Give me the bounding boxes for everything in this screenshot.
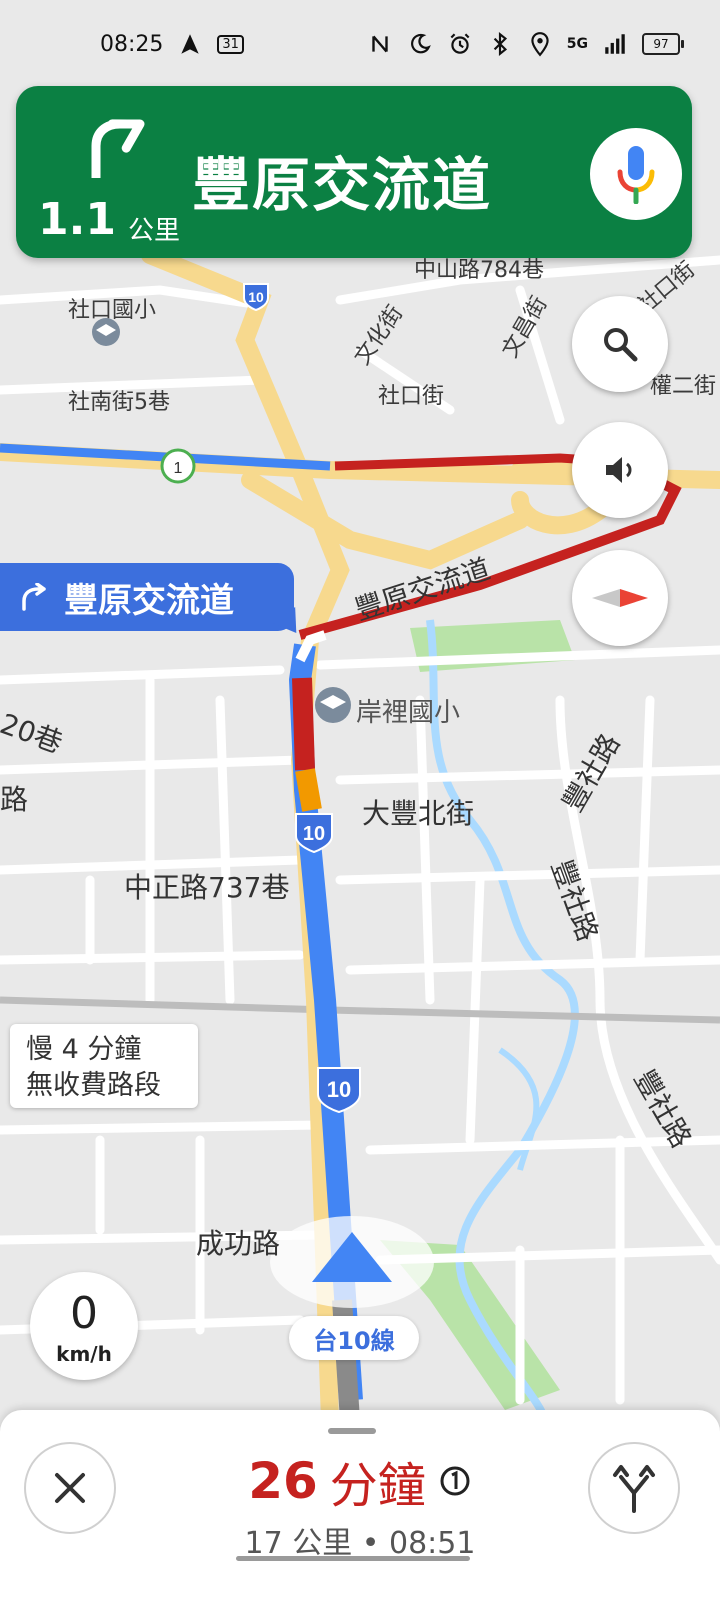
highway-shield-10-south: 10 <box>317 1067 361 1114</box>
eta-minutes: 26 <box>248 1452 318 1510</box>
exit-callout: 豐原交流道 <box>0 563 294 631</box>
poi-label: 社口國小 <box>68 298 157 323</box>
search-icon <box>604 328 638 362</box>
speedometer: 0 km/h <box>30 1272 138 1380</box>
road-label: 社南街5巷 <box>68 390 170 415</box>
location-icon <box>531 32 549 57</box>
instruction-text: 豐原交流道 <box>192 151 493 219</box>
distance-value: 1.1 <box>38 194 116 245</box>
traffic-badge-icon <box>440 1466 470 1496</box>
distance-unit: 公里 <box>128 216 181 246</box>
road-label: 權二街 <box>650 374 717 399</box>
road-label: 成功路 <box>196 1227 281 1260</box>
alternate-routes-button[interactable] <box>588 1442 680 1534</box>
do-not-disturb-moon-icon <box>410 33 431 54</box>
svg-text:10: 10 <box>248 289 264 305</box>
current-road-label: 台10線 <box>289 1316 419 1360</box>
svg-text:10: 10 <box>303 823 325 845</box>
school-icon <box>315 687 351 723</box>
highway-shield-10: 10 <box>243 283 269 312</box>
network-type: 5G <box>566 36 588 52</box>
svg-text:1: 1 <box>174 460 183 477</box>
speed-value: 0 <box>70 1288 98 1339</box>
battery-icon: 97 <box>642 33 684 55</box>
road-label: 中正路737巷 <box>124 871 290 904</box>
speaker-icon <box>606 457 632 483</box>
mic-icon <box>617 146 655 204</box>
trip-bottom-sheet[interactable]: 26 分鐘 17 公里 • 08:51 <box>0 1410 720 1600</box>
navigation-status-icon <box>181 34 200 54</box>
road-label: 大豐北街 <box>362 797 475 830</box>
road-label: 路 <box>0 783 29 816</box>
alarm-icon <box>450 33 470 54</box>
route-info-box[interactable]: 慢 4 分鐘 無收費路段 <box>10 1024 198 1108</box>
road-label: 社口街 <box>378 384 445 409</box>
search-button[interactable] <box>572 296 668 392</box>
alternate-routes-icon <box>613 1465 655 1513</box>
home-indicator[interactable] <box>236 1556 470 1561</box>
turn-right-arrow-icon <box>22 583 46 611</box>
speed-unit: km/h <box>56 1342 112 1366</box>
sheet-handle[interactable] <box>328 1428 376 1434</box>
status-time: 08:25 <box>100 31 164 57</box>
compass-button[interactable] <box>572 550 668 646</box>
freeway-shield-1: 1 <box>160 448 196 484</box>
sound-button[interactable] <box>572 422 668 518</box>
signal-icon <box>605 34 625 54</box>
poi-label: 岸裡國小 <box>356 698 461 728</box>
route-orange <box>295 768 322 812</box>
nfc-icon <box>372 35 388 53</box>
highway-shield-10-mid: 10 <box>295 813 333 854</box>
svg-text:10: 10 <box>327 1077 351 1102</box>
status-bar: 08:25 31 5G 97 <box>0 0 720 88</box>
route-toll-info: 無收費路段 <box>26 1070 161 1101</box>
eta-unit: 分鐘 <box>329 1458 426 1514</box>
route-delay: 慢 4 分鐘 <box>26 1034 142 1065</box>
nav-instruction-banner[interactable]: 1.1 公里 豐原交流道 <box>16 86 692 258</box>
voice-search-button[interactable] <box>590 128 682 220</box>
calendar-icon: 31 <box>217 34 244 54</box>
navigation-arrow-icon <box>270 1216 434 1308</box>
route-red <box>292 677 315 771</box>
compass-icon <box>592 589 648 607</box>
callout-text: 豐原交流道 <box>64 580 234 621</box>
bluetooth-icon <box>493 31 507 57</box>
turn-right-arrow-icon <box>91 119 145 178</box>
